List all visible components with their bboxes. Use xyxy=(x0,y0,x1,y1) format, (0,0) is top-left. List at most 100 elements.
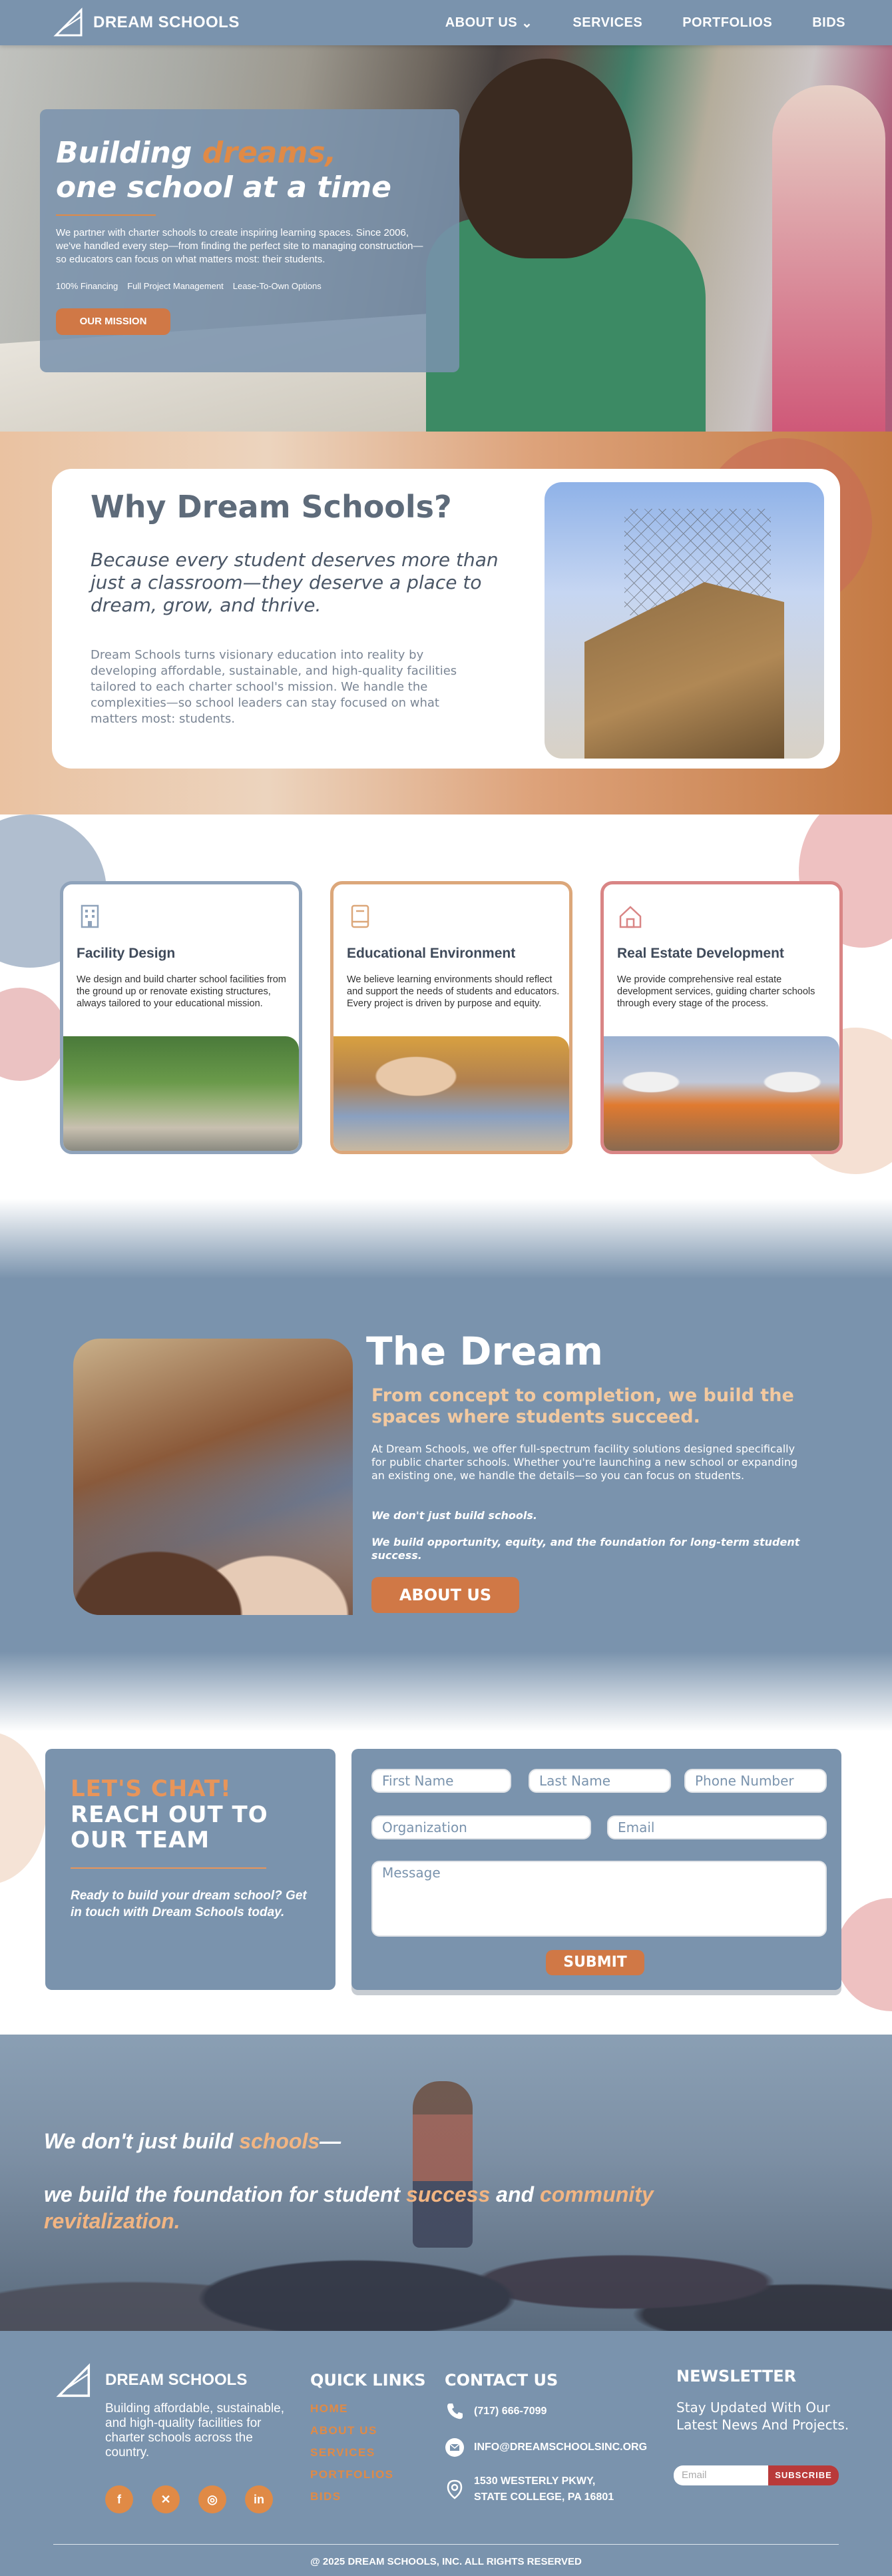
first-name-field[interactable]: First Name xyxy=(371,1769,511,1793)
footer-address: 1530 WESTERLY PKWY, STATE COLLEGE, PA 168… xyxy=(445,2473,614,2505)
decorative-circle xyxy=(0,1732,47,1885)
last-name-field[interactable]: Last Name xyxy=(529,1769,671,1793)
quote-text: We don't just build xyxy=(44,2129,240,2153)
message-field[interactable]: Message xyxy=(371,1861,827,1937)
service-text: We believe learning environments should … xyxy=(347,974,560,1009)
quick-links: HOME ABOUT US SERVICES PORTFOLIOS BIDS xyxy=(310,2398,394,2507)
footer-phone[interactable]: (717) 666-7099 xyxy=(445,2402,547,2421)
footer-link-services[interactable]: SERVICES xyxy=(310,2441,394,2463)
why-body: Dream Schools turns visionary education … xyxy=(91,648,457,726)
quote-text: — xyxy=(320,2129,341,2153)
footer-divider xyxy=(53,2544,839,2545)
footer-link-bids[interactable]: BIDS xyxy=(310,2485,394,2507)
quote-line-1: We don't just build schools— xyxy=(44,2128,776,2154)
quote-banner: We don't just build schools— we build th… xyxy=(0,2035,892,2331)
quote-highlight: schools xyxy=(239,2129,320,2153)
logo-icon xyxy=(53,7,83,37)
feature-project-management: Full Project Management xyxy=(127,281,224,291)
instagram-icon[interactable]: ◎ xyxy=(198,2485,226,2513)
services-section: Facility Design We design and build char… xyxy=(0,814,892,1199)
about-us-button[interactable]: ABOUT US xyxy=(371,1577,519,1613)
nav-services[interactable]: SERVICES xyxy=(572,15,642,31)
service-title: Real Estate Development xyxy=(617,946,784,961)
brand-logo[interactable]: DREAM SCHOOLS xyxy=(53,7,240,38)
why-title: Why Dream Schools? xyxy=(91,489,452,525)
service-card-real-estate-development[interactable]: Real Estate Development We provide compr… xyxy=(600,881,843,1154)
hero-body: We partner with charter schools to creat… xyxy=(56,227,423,265)
email-field[interactable]: Email xyxy=(607,1815,827,1839)
lets-chat-heading: LET'S CHAT! xyxy=(71,1775,232,1802)
location-pin-icon xyxy=(447,2479,463,2499)
book-icon xyxy=(351,904,369,928)
address-text: 1530 WESTERLY PKWY, STATE COLLEGE, PA 168… xyxy=(474,2473,614,2505)
nav-portfolios[interactable]: PORTFOLIOS xyxy=(682,15,772,31)
dream-italic-1: We don't just build schools. xyxy=(371,1509,537,1522)
hero-photo-classmate xyxy=(772,85,885,432)
contact-prompt: Ready to build your dream school? Get in… xyxy=(71,1889,307,1919)
hero-title: Building dreams, one school at a time xyxy=(56,136,443,205)
our-mission-button[interactable]: OUR MISSION xyxy=(56,308,170,335)
newsletter-email-input[interactable]: Email xyxy=(674,2465,771,2485)
hero-card: Building dreams, one school at a time We … xyxy=(40,109,459,372)
service-card-facility-design[interactable]: Facility Design We design and build char… xyxy=(60,881,302,1154)
hero-divider xyxy=(56,214,156,216)
phone-field[interactable]: Phone Number xyxy=(684,1769,827,1793)
quote-highlight: success xyxy=(405,2182,491,2206)
phone-icon xyxy=(447,2404,463,2419)
nav-bids[interactable]: BIDS xyxy=(812,15,845,31)
hero-photo-head xyxy=(459,59,632,258)
footer-brand: DREAM SCHOOLS xyxy=(105,2371,248,2389)
nav-about-label: ABOUT US xyxy=(445,15,518,30)
linkedin-icon[interactable]: in xyxy=(245,2485,273,2513)
quote-text: we build the foundation for student xyxy=(44,2182,406,2206)
logo-icon xyxy=(56,2363,91,2398)
hero-title-line2: one school at a time xyxy=(56,170,392,204)
classroom-photo-kids xyxy=(73,1468,353,1615)
nav-about-us[interactable]: ABOUT US ⌄ xyxy=(445,15,533,31)
hero-section: Building dreams, one school at a time We … xyxy=(0,45,892,432)
submit-button[interactable]: SUBMIT xyxy=(546,1950,644,1975)
service-image-construction xyxy=(604,1036,839,1151)
classroom-photo xyxy=(73,1339,353,1615)
organization-field[interactable]: Organization xyxy=(371,1815,591,1839)
footer: DREAM SCHOOLS Building affordable, susta… xyxy=(0,2331,892,2576)
quick-links-title: QUICK LINKS xyxy=(310,2371,426,2390)
facebook-icon[interactable]: f xyxy=(105,2485,133,2513)
hero-features: 100% Financing Full Project Management L… xyxy=(56,281,443,291)
subscribe-button[interactable]: SUBSCRIBE xyxy=(768,2465,839,2485)
reach-out-line2: OUR TEAM xyxy=(71,1827,210,1853)
service-title: Facility Design xyxy=(77,946,176,961)
quote-text: and xyxy=(490,2182,540,2206)
service-text: We design and build charter school facil… xyxy=(77,974,286,1009)
building-photo xyxy=(545,482,824,759)
why-panel: Why Dream Schools? Because every student… xyxy=(52,469,840,769)
footer-email[interactable]: INFO@DREAMSCHOOLSINC.ORG xyxy=(445,2437,647,2457)
footer-link-about[interactable]: ABOUT US xyxy=(310,2419,394,2441)
hero-title-accent: dreams, xyxy=(202,136,337,170)
building-icon xyxy=(81,904,99,928)
newsletter-text: Stay Updated With Our Latest News And Pr… xyxy=(676,2400,849,2433)
address-line-1: 1530 WESTERLY PKWY, xyxy=(474,2475,596,2487)
phone-number: (717) 666-7099 xyxy=(474,2406,547,2417)
copyright: @ 2025 DREAM SCHOOLS, INC. ALL RIGHTS RE… xyxy=(310,2556,582,2567)
service-image-student xyxy=(334,1036,569,1151)
decorative-circle xyxy=(835,1898,892,2011)
email-icon xyxy=(445,2438,464,2457)
address-line-2: STATE COLLEGE, PA 16801 xyxy=(474,2491,614,2503)
email-address: INFO@DREAMSCHOOLSINC.ORG xyxy=(474,2441,648,2453)
top-nav: DREAM SCHOOLS ABOUT US ⌄ SERVICES PORTFOL… xyxy=(0,0,892,45)
footer-link-home[interactable]: HOME xyxy=(310,2398,394,2419)
footer-link-portfolios[interactable]: PORTFOLIOS xyxy=(310,2463,394,2485)
dream-section: The Dream From concept to completion, we… xyxy=(0,1199,892,1732)
contact-form: First Name Last Name Phone Number Organi… xyxy=(351,1749,841,1990)
home-icon xyxy=(619,906,642,928)
dream-title: The Dream xyxy=(366,1329,604,1374)
service-card-educational-environment[interactable]: Educational Environment We believe learn… xyxy=(330,881,572,1154)
why-subtitle: Because every student deserves more than… xyxy=(91,549,499,616)
quote-line-2: we build the foundation for student succ… xyxy=(44,2181,776,2234)
feature-financing: 100% Financing xyxy=(56,281,118,291)
newsletter-title: NEWSLETTER xyxy=(676,2367,797,2386)
dream-body: At Dream Schools, we offer full-spectrum… xyxy=(371,1443,798,1482)
x-icon[interactable]: ✕ xyxy=(152,2485,180,2513)
dream-italic-2: We build opportunity, equity, and the fo… xyxy=(371,1536,800,1562)
